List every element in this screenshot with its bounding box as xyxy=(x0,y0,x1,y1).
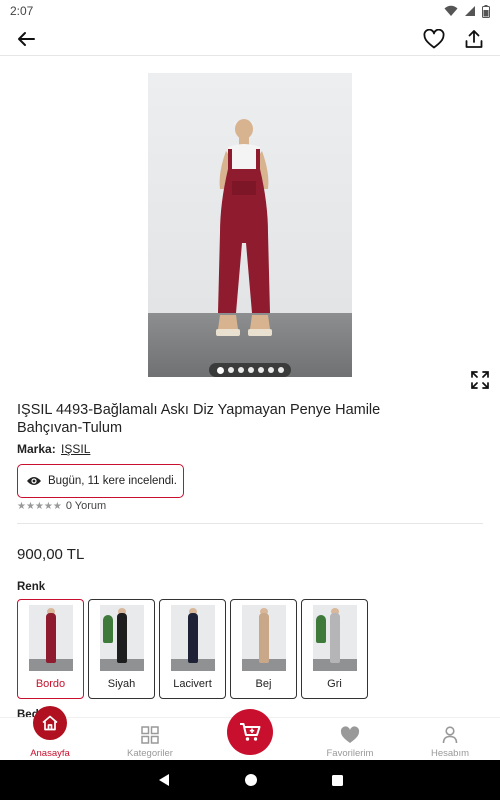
rating-row[interactable]: ★★★★★ 0 Yorum xyxy=(17,500,106,512)
system-recents-icon[interactable] xyxy=(331,774,344,787)
review-count: 0 Yorum xyxy=(65,500,107,512)
battery-icon xyxy=(482,4,490,18)
cart-icon xyxy=(240,723,261,741)
product-title: IŞSIL 4493-Bağlamalı Askı Diz Yapmayan P… xyxy=(17,402,381,436)
app-bar xyxy=(0,22,500,56)
nav-favorites[interactable]: Favorilerim xyxy=(310,718,390,761)
status-icons xyxy=(444,4,490,18)
variant-bej[interactable]: Bej xyxy=(230,599,297,699)
variant-siyah[interactable]: Siyah xyxy=(88,599,155,699)
brand-row: Marka: IŞSIL xyxy=(17,442,90,456)
variant-label: Bordo xyxy=(35,678,66,690)
home-icon xyxy=(33,706,67,740)
variant-label: Lacivert xyxy=(173,678,212,690)
wifi-icon xyxy=(444,5,458,16)
pager-dot[interactable] xyxy=(227,367,234,373)
nav-account[interactable]: Hesabım xyxy=(410,718,490,761)
variant-thumbnail xyxy=(171,605,215,671)
price: 900,00 TL xyxy=(17,546,85,563)
share-icon[interactable] xyxy=(462,27,486,51)
system-home-icon[interactable] xyxy=(244,773,258,787)
variant-thumbnail xyxy=(242,605,286,671)
variant-thumbnail xyxy=(100,605,144,671)
nav-home[interactable]: Anasayfa xyxy=(10,706,90,761)
nav-categories-label: Kategoriler xyxy=(127,748,173,759)
nav-home-label: Anasayfa xyxy=(30,748,70,759)
variant-label: Gri xyxy=(327,678,342,690)
nav-account-label: Hesabım xyxy=(430,748,469,759)
variant-label: Siyah xyxy=(107,678,136,690)
status-bar: 2:07 xyxy=(0,0,500,22)
pager-dot[interactable] xyxy=(257,367,264,373)
variant-gri[interactable]: Gri xyxy=(301,599,368,699)
nav-categories[interactable]: Kategoriler xyxy=(110,718,190,761)
views-counter: Bugün, 11 kere incelendi. xyxy=(17,464,184,498)
favorite-heart-icon[interactable] xyxy=(422,27,446,51)
signal-icon xyxy=(465,6,475,16)
pager-dot[interactable] xyxy=(216,366,224,374)
brand-link[interactable]: IŞSIL xyxy=(61,442,90,456)
variant-label: Bej xyxy=(255,678,272,690)
rating-stars: ★★★★★ xyxy=(17,500,62,512)
pager-dot[interactable] xyxy=(277,367,284,373)
variant-thumbnail xyxy=(313,605,357,671)
color-variants: Bordo Siyah Lacivert Bej Gri xyxy=(17,599,368,699)
pager-dot[interactable] xyxy=(267,367,274,373)
variant-bordo[interactable]: Bordo xyxy=(17,599,84,699)
cart-button[interactable] xyxy=(227,709,273,755)
bottom-navigation: Anasayfa Kategoriler Favorilerim Hesabım xyxy=(0,706,500,761)
divider xyxy=(17,523,483,524)
nav-favorites-label: Favorilerim xyxy=(326,748,374,759)
grid-icon xyxy=(141,726,159,744)
product-detail-screen: 2:07 IŞSIL 4493-Bağlamalı Askı Diz Yapma… xyxy=(0,0,500,800)
image-pager[interactable] xyxy=(209,363,291,377)
pager-dot[interactable] xyxy=(237,367,244,373)
fullscreen-icon[interactable] xyxy=(468,368,492,392)
system-navigation-bar xyxy=(0,760,500,800)
color-section-label: Renk xyxy=(17,581,46,593)
pager-dot[interactable] xyxy=(247,367,254,373)
status-time: 2:07 xyxy=(10,4,34,18)
heart-icon xyxy=(340,726,360,743)
eye-icon xyxy=(27,477,41,485)
variant-thumbnail xyxy=(29,605,73,671)
variant-lacivert[interactable]: Lacivert xyxy=(159,599,226,699)
brand-label: Marka: xyxy=(17,442,56,456)
product-image[interactable] xyxy=(148,73,352,377)
model-figure xyxy=(216,119,272,336)
back-arrow-icon[interactable] xyxy=(14,27,38,51)
user-icon xyxy=(442,726,458,744)
views-text: Bugün, 11 kere incelendi. xyxy=(48,475,177,487)
system-back-icon[interactable] xyxy=(157,773,171,787)
